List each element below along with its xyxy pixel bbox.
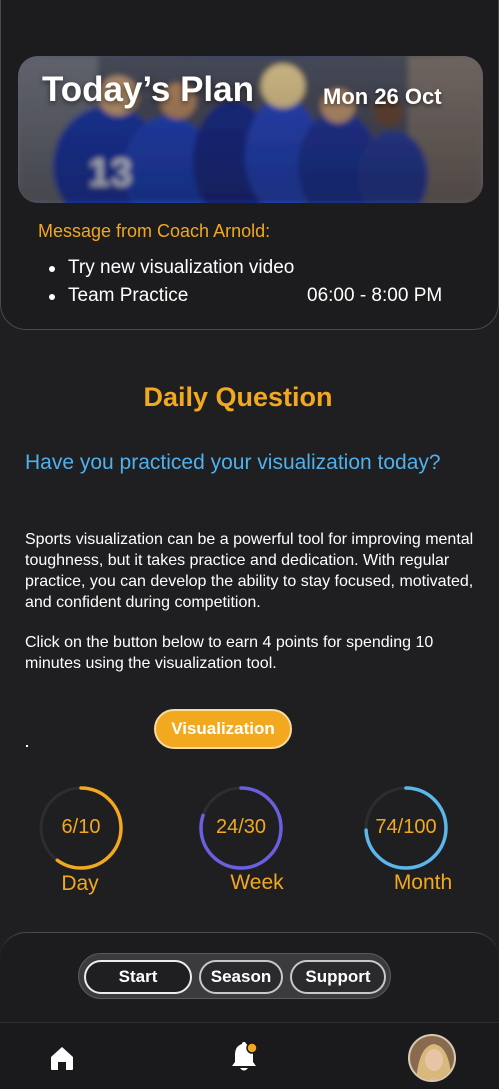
description-paragraph: Sports visualization can be a powerful t…: [25, 531, 474, 611]
plan-list: Try new visualization video Team Practic…: [48, 256, 468, 312]
daily-question-title: Daily Question: [143, 382, 333, 412]
daily-question-text: Have you practiced your visualization to…: [25, 451, 441, 474]
segment-support-button[interactable]: Support: [290, 960, 386, 994]
avatar[interactable]: [408, 1034, 456, 1082]
date-label: Mon 26 Oct: [323, 84, 442, 109]
segment-season-button[interactable]: Season: [199, 960, 283, 994]
progress-label-day: Day: [61, 872, 99, 895]
segmented-control: Start Season Support: [78, 953, 391, 999]
bell-icon[interactable]: [228, 1040, 260, 1076]
coach-message-title: Message from Coach Arnold:: [38, 221, 271, 241]
plan-item: Team Practice 06:00 - 8:00 PM: [48, 284, 468, 312]
progress-label-month: Month: [393, 871, 453, 894]
progress-label-week: Week: [230, 871, 284, 894]
instruction-paragraph: Click on the button below to earn 4 poin…: [25, 634, 434, 672]
progress-value-month: 74/100: [375, 816, 437, 838]
plan-item-label: Try new visualization video: [68, 257, 295, 278]
home-icon[interactable]: [48, 1044, 76, 1072]
notification-dot: [246, 1042, 258, 1054]
stray-dot: [26, 745, 28, 747]
page-title: Today’s Plan: [42, 70, 254, 109]
plan-item-label: Team Practice: [68, 285, 189, 306]
segment-start-button[interactable]: Start: [84, 960, 192, 994]
visualization-button[interactable]: Visualization: [154, 709, 292, 749]
plan-item-time: 06:00 - 8:00 PM: [307, 285, 443, 306]
progress-value-week: 24/30: [215, 816, 267, 838]
plan-item: Try new visualization video: [48, 256, 468, 284]
progress-value-day: 6/10: [61, 816, 101, 838]
